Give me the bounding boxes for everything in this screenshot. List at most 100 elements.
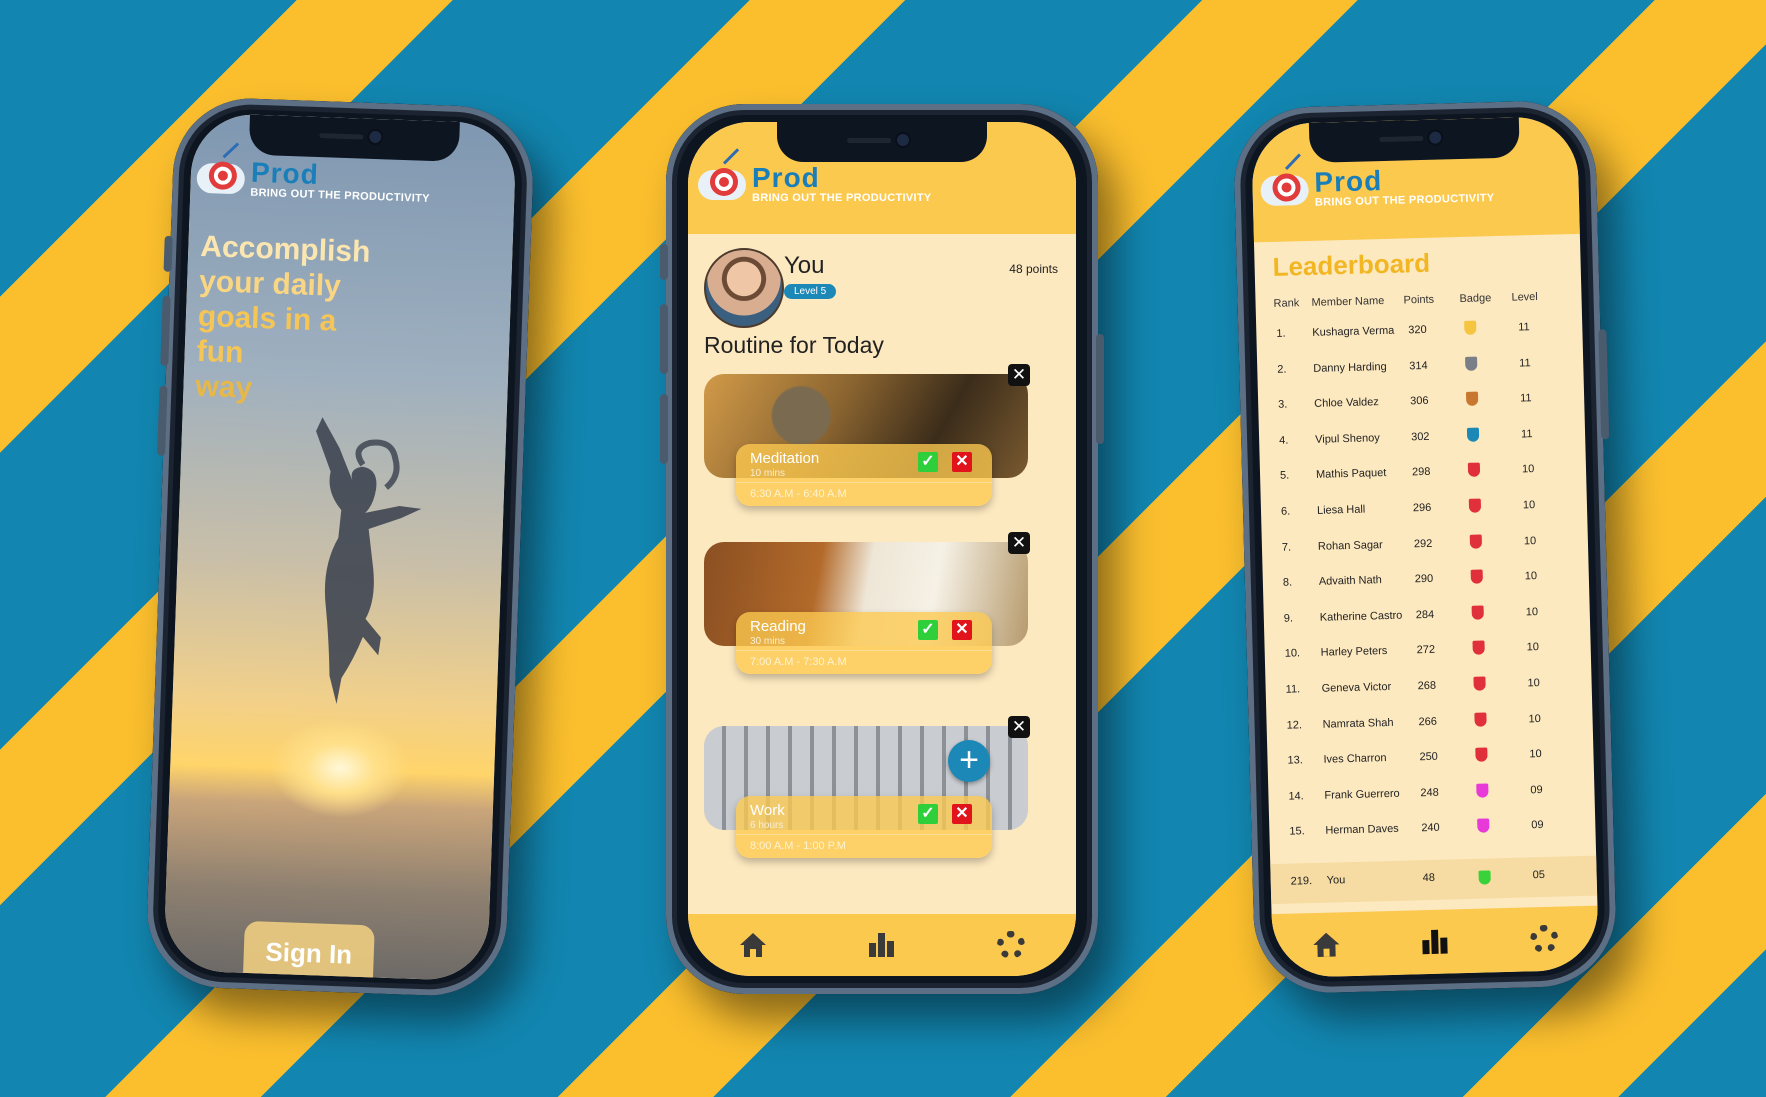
row-name: Frank Guerrero [1324,787,1400,802]
routine-title: Routine for Today [704,332,884,358]
leaderboard-you-row[interactable]: 219. You 48 05 [1270,855,1598,905]
row-rank: 4. [1279,434,1289,447]
table-row[interactable]: 5. Mathis Paquet 298 10 [1260,454,1587,495]
task-duration: 10 mins [750,468,786,479]
avatar[interactable] [704,248,784,328]
row-name: Kushagra Verma [1312,324,1395,339]
check-icon[interactable]: ✓ [918,804,938,824]
check-icon[interactable]: ✓ [918,452,938,472]
badge-shield-icon [1465,356,1478,371]
table-row[interactable]: 4. Vipul Shenoy 302 11 [1259,419,1586,460]
row-level: 09 [1531,819,1544,832]
row-points: 250 [1419,750,1439,764]
task-duration: 30 mins [750,636,786,647]
column-points: Points [1403,293,1435,307]
target-logo-icon [196,142,246,203]
add-icon[interactable]: + [948,740,990,782]
headline-line-3: goals in a fun [196,299,337,370]
task-card-reading[interactable]: ✕ Reading 30 mins 7:00 A.M - 7:30 A.M ✓ … [704,532,1030,674]
close-icon[interactable]: ✕ [1008,532,1030,554]
task-card-meditation[interactable]: ✕ Meditation 10 mins 6:30 A.M - 6:40 A.M… [704,364,1030,506]
row-level: 11 [1518,321,1530,334]
row-rank: 8. [1282,576,1293,589]
logo-name: Prod [752,162,820,193]
reject-icon[interactable]: ✕ [952,804,972,824]
row-level: 10 [1524,570,1538,583]
settings-icon[interactable] [997,931,1026,959]
reject-icon[interactable]: ✕ [952,620,972,640]
row-points: 306 [1410,395,1429,408]
column-level: Level [1511,290,1538,304]
home-icon[interactable] [739,931,767,959]
row-points: 268 [1417,679,1437,693]
table-row[interactable]: 11. Geneva Victor 268 10 [1265,668,1592,709]
row-level: 10 [1523,534,1537,548]
row-points: 302 [1410,430,1430,444]
row-name: Rohan Sagar [1317,538,1383,553]
row-level: 10 [1529,748,1542,761]
badge-shield-icon [1468,498,1482,513]
leaderboard-icon[interactable] [1421,928,1450,957]
settings-icon[interactable] [1529,924,1559,954]
table-row[interactable]: 1. Kushagra Verma 320 11 [1256,312,1583,353]
row-level: 10 [1521,463,1535,476]
phone-signin: Prod BRING OUT THE PRODUCTIVITY Accompli… [144,95,536,999]
badge-shield-icon [1476,783,1489,798]
table-row[interactable]: 13. Ives Charron 250 10 [1267,739,1594,780]
row-name: Harley Peters [1320,645,1388,660]
row-name: Herman Daves [1325,823,1399,838]
jumping-person-silhouette [316,417,422,704]
sign-in-button[interactable]: Sign In [242,920,375,982]
app-logo: Prod BRING OUT THE PRODUCTIVITY [1260,153,1495,214]
table-row[interactable]: 6. Liesa Hall 296 10 [1261,490,1588,531]
table-row[interactable]: 10. Harley Peters 272 10 [1264,632,1591,673]
phone-home: Prod BRING OUT THE PRODUCTIVITY You Leve… [660,104,1104,994]
badge-shield-icon [1471,605,1484,620]
row-points: 272 [1416,644,1436,657]
row-name: Ives Charron [1323,752,1387,766]
headline-line-4: way [194,369,253,405]
table-row[interactable]: 15. Herman Daves 240 09 [1269,810,1596,851]
row-rank: 11. [1285,683,1301,696]
row-points: 248 [1420,786,1439,799]
column-badge: Badge [1459,292,1492,306]
row-level: 10 [1522,499,1536,512]
phone-leaderboard: Prod BRING OUT THE PRODUCTIVITY Leaderbo… [1232,99,1618,995]
column-rank: Rank [1273,297,1300,310]
close-icon[interactable]: ✕ [1008,716,1030,738]
table-row[interactable]: 9. Katherine Castro 284 10 [1263,597,1590,638]
row-name: Mathis Paquet [1315,467,1387,482]
reject-icon[interactable]: ✕ [952,452,972,472]
task-card-work[interactable]: ✕ + Work 6 hours 8:00 A.M - 1:00 P.M ✓ ✕ [704,716,1030,858]
check-icon[interactable]: ✓ [918,620,938,640]
badge-shield-icon [1466,427,1480,442]
row-points: 296 [1412,501,1432,515]
row-rank: 7. [1281,541,1292,554]
row-points: 284 [1415,608,1435,622]
row-name: Liesa Hall [1316,503,1366,517]
row-level: 10 [1528,712,1541,725]
target-logo-icon [1260,153,1310,214]
signin-headline: Accomplish your daily goals in a fun way [195,229,381,410]
row-points: 48 [1422,871,1436,885]
row-rank: 2. [1277,363,1287,376]
level-badge: Level 5 [784,284,837,299]
table-row[interactable]: 2. Danny Harding 314 11 [1257,347,1584,388]
user-name: You [784,252,825,279]
badge-shield-icon [1474,712,1487,727]
badge-shield-icon [1478,870,1491,885]
leaderboard-icon[interactable] [868,931,896,959]
app-logo: Prod BRING OUT THE PRODUCTIVITY [698,148,932,208]
table-row[interactable]: 14. Frank Guerrero 248 09 [1268,774,1595,815]
home-icon[interactable] [1312,930,1341,959]
row-points: 290 [1414,572,1434,586]
table-row[interactable]: 3. Chloe Valdez 306 11 [1258,383,1585,424]
table-row[interactable]: 7. Rohan Sagar 292 10 [1262,525,1589,566]
close-icon[interactable]: ✕ [1008,364,1030,386]
row-rank: 5. [1279,469,1290,483]
table-row[interactable]: 8. Advaith Nath 290 10 [1263,561,1590,602]
table-row[interactable]: 12. Namrata Shah 266 10 [1266,703,1593,744]
row-rank: 10. [1284,647,1301,661]
notch [777,122,987,162]
task-time: 8:00 A.M - 1:00 P.M [750,840,846,852]
